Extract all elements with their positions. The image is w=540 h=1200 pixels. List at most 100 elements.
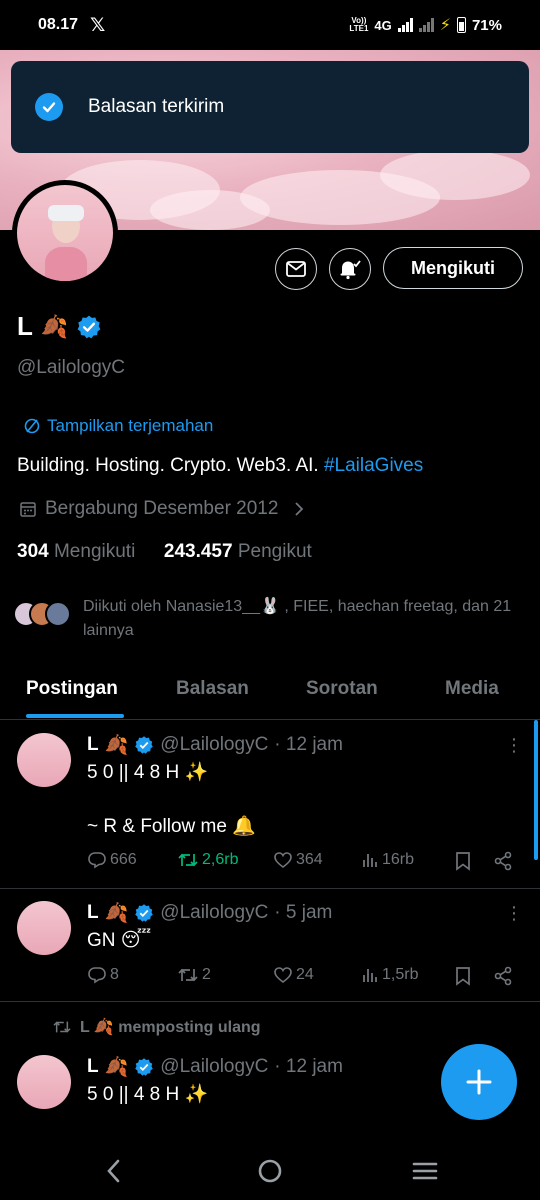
follower-avatars	[13, 595, 83, 631]
display-name: L	[17, 311, 33, 341]
notifications-button[interactable]	[329, 248, 371, 290]
post-time: · 12 jam	[274, 734, 343, 755]
active-tab-indicator	[26, 714, 124, 718]
reply-button[interactable]: 666	[87, 851, 137, 869]
repost-button[interactable]: 2,6rb	[177, 851, 238, 869]
views-button[interactable]: 1,5rb	[361, 966, 418, 984]
post-time: · 5 jam	[274, 902, 333, 923]
views-button[interactable]: 16rb	[361, 851, 414, 869]
bookmark-icon	[456, 967, 470, 986]
reply-icon	[88, 852, 106, 869]
profile-bio: Building. Hosting. Crypto. Web3. AI. #La…	[17, 455, 423, 477]
charging-icon: ⚡	[439, 17, 451, 34]
post-divider	[0, 1001, 540, 1002]
share-icon	[494, 966, 512, 986]
post[interactable]: L 🍂 @LailologyC · 12 jam ⋮ 5 0 || 4 8 H …	[0, 721, 540, 888]
bell-check-icon	[340, 260, 361, 280]
verified-badge-icon	[135, 736, 154, 754]
followed-by-text: Diikuti oleh Nanasie13__🐰 , FIEE, haecha…	[83, 598, 512, 639]
share-icon	[494, 851, 512, 871]
repost-label[interactable]: L 🍂 memposting ulang	[80, 1017, 261, 1037]
heart-icon	[274, 967, 292, 984]
menu-lines-icon	[412, 1162, 438, 1180]
plus-icon	[466, 1069, 492, 1095]
repost-icon	[178, 853, 198, 867]
tab-posts[interactable]: Postingan	[26, 678, 118, 700]
tab-replies[interactable]: Balasan	[176, 678, 249, 700]
translate-link[interactable]: Tampilkan terjemahan	[23, 416, 213, 436]
post-avatar[interactable]	[17, 733, 71, 787]
battery-icon	[456, 17, 466, 33]
reply-icon	[88, 967, 106, 984]
status-icons: Vo)) LTE1 4G ⚡ 71%	[349, 15, 502, 35]
verified-badge-icon[interactable]	[76, 314, 102, 340]
post-actions: 666 2,6rb 364 16rb	[87, 851, 527, 875]
volte-indicator: Vo)) LTE1	[349, 16, 369, 33]
like-button[interactable]: 24	[273, 966, 314, 984]
repost-button[interactable]: 2	[177, 966, 211, 984]
x-app-icon: 𝕏	[90, 15, 106, 36]
status-bar: 08.17 𝕏 Vo)) LTE1 4G ⚡ 71%	[0, 0, 540, 50]
like-button[interactable]: 364	[273, 851, 323, 869]
profile-tabs: Postingan Balasan Sorotan Media	[0, 668, 540, 720]
leaf-emoji: 🍂	[40, 313, 69, 339]
message-button[interactable]	[275, 248, 317, 290]
join-date[interactable]: Bergabung Desember 2012	[19, 498, 306, 520]
recents-nav-button[interactable]	[408, 1154, 442, 1188]
followed-by[interactable]: Diikuti oleh Nanasie13__🐰 , FIEE, haecha…	[13, 595, 533, 643]
post-header: L 🍂 @LailologyC · 12 jam	[87, 1056, 343, 1078]
battery-percent: 71%	[471, 16, 502, 34]
join-date-label: Bergabung Desember 2012	[45, 498, 279, 519]
post[interactable]: L 🍂 @LailologyC · 5 jam ⋮ GN 😴 8 2 24 1,…	[0, 889, 540, 1001]
compose-post-button[interactable]	[441, 1044, 517, 1120]
envelope-icon	[286, 261, 306, 277]
toast-message: Balasan terkirim	[88, 96, 225, 117]
repost-icon	[53, 1021, 71, 1033]
following-stat[interactable]: 304 Mengikuti	[17, 541, 135, 562]
reply-button[interactable]: 8	[87, 966, 119, 984]
views-chart-icon	[363, 969, 377, 982]
more-options-icon[interactable]: ⋮	[505, 735, 523, 756]
home-nav-button[interactable]	[253, 1154, 287, 1188]
post-actions: 8 2 24 1,5rb	[87, 966, 527, 990]
views-chart-icon	[363, 854, 377, 867]
signal-2-icon	[418, 18, 434, 32]
post-avatar[interactable]	[17, 901, 71, 955]
repost-icon	[178, 968, 198, 982]
scrollbar[interactable]	[534, 720, 538, 860]
follow-stats: 304 Mengikuti 243.457 Pengikut	[17, 541, 312, 563]
bookmark-button[interactable]	[455, 851, 471, 871]
profile-name: L 🍂	[17, 311, 102, 342]
bio-text: Building. Hosting. Crypto. Web3. AI.	[17, 455, 324, 476]
post-header: L 🍂 @LailologyC · 12 jam	[87, 734, 343, 756]
verified-badge-icon	[135, 904, 154, 922]
network-type: 4G	[374, 17, 392, 33]
reply-sent-toast: Balasan terkirim	[11, 61, 529, 153]
bio-hashtag[interactable]: #LailaGives	[324, 455, 423, 476]
post-text: 5 0 || 4 8 H ✨	[87, 1084, 209, 1105]
post-header: L 🍂 @LailologyC · 5 jam	[87, 902, 333, 924]
tab-media[interactable]: Media	[445, 678, 499, 700]
share-button[interactable]	[493, 851, 513, 871]
bookmark-button[interactable]	[455, 966, 471, 986]
back-chevron-icon	[107, 1159, 120, 1183]
post-avatar[interactable]	[17, 1055, 71, 1109]
followers-stat[interactable]: 243.457 Pengikut	[164, 541, 312, 562]
profile-avatar[interactable]	[12, 180, 118, 286]
post-time: · 12 jam	[274, 1056, 343, 1077]
translate-label: Tampilkan terjemahan	[47, 416, 214, 435]
tab-highlights[interactable]: Sorotan	[306, 678, 378, 700]
post-handle: @LailologyC	[160, 734, 269, 755]
back-nav-button[interactable]	[97, 1154, 131, 1188]
more-options-icon[interactable]: ⋮	[505, 903, 523, 924]
check-circle-icon	[35, 93, 63, 121]
share-button[interactable]	[493, 966, 513, 986]
verified-badge-icon	[135, 1058, 154, 1076]
post-text: GN 😴	[87, 930, 152, 951]
signal-icon	[397, 18, 413, 32]
home-circle-icon	[258, 1159, 282, 1183]
following-button[interactable]: Mengikuti	[383, 247, 523, 289]
heart-icon	[274, 852, 292, 869]
post-text: 5 0 || 4 8 H ✨ ~ R & Follow me 🔔	[87, 762, 256, 837]
translate-icon	[24, 418, 40, 434]
